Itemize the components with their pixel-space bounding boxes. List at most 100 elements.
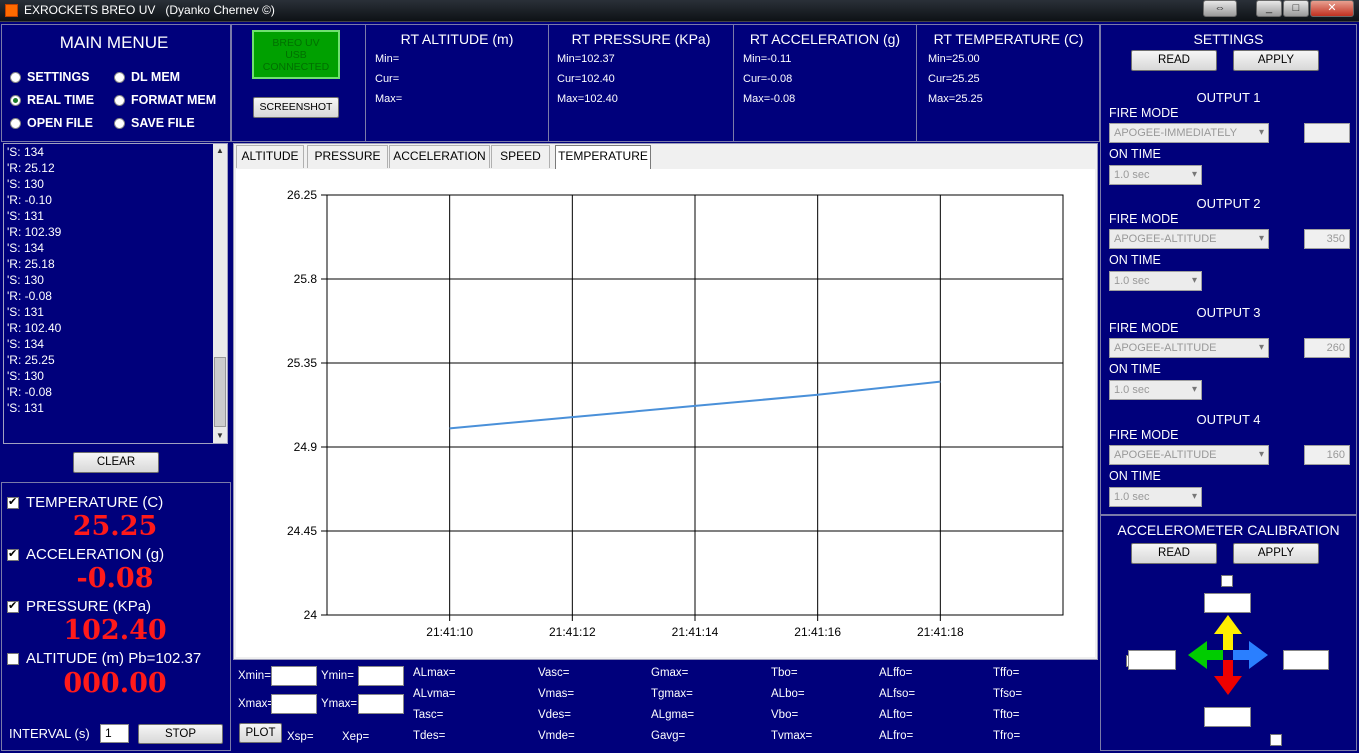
chart-area: 26.25 25.8 25.35 24.9 24.45 24 21:41:10 21:41:1… [236, 169, 1095, 657]
on-time-label: ON TIME [1109, 469, 1161, 483]
ymin-input[interactable] [358, 666, 404, 686]
radio-format-mem[interactable]: FORMAT MEM [114, 93, 216, 107]
restore-window-button[interactable]: ⇔ [1203, 0, 1237, 17]
acceleration-value: -0.08 [76, 563, 154, 594]
log-scrollbar[interactable]: ▲ ▼ [213, 144, 227, 443]
ymax-input[interactable] [358, 694, 404, 714]
radio-real-time[interactable]: REAL TIME [10, 93, 94, 107]
x-tick-label: 21:41:10 [426, 625, 473, 639]
arrow-left-icon [1188, 641, 1223, 669]
xmax-input[interactable] [271, 694, 317, 714]
tab-speed[interactable]: SPEED [491, 145, 550, 168]
stop-button[interactable]: STOP [138, 724, 223, 744]
rt-acceleration-min: Min=-0.11 [743, 53, 792, 65]
clear-button[interactable]: CLEAR [73, 452, 159, 473]
output-2-fire-mode-select[interactable]: APOGEE-ALTITUDE [1109, 229, 1269, 249]
settings-apply-button[interactable]: APPLY [1233, 50, 1319, 71]
settings-read-button[interactable]: READ [1131, 50, 1217, 71]
tab-pressure[interactable]: PRESSURE [307, 145, 388, 168]
temperature-chart: 26.25 25.8 25.35 24.9 24.45 24 21:41:10 21:41:1… [287, 188, 1064, 639]
calib-top-checkbox[interactable] [1221, 575, 1233, 587]
y-tick-label: 24.9 [294, 440, 318, 454]
radio-icon [114, 94, 125, 106]
output-1-fire-mode-select[interactable]: APOGEE-IMMEDIATELY [1109, 123, 1269, 143]
output-3-on-time-select[interactable]: 1.0 sec [1109, 380, 1202, 400]
usb-status-indicator: BREO UV USB CONNECTED [252, 30, 340, 79]
acceleration-readout: ACCELERATION (g) [7, 546, 164, 563]
calib-top-input[interactable] [1204, 593, 1251, 613]
stat-vmas: Vmas= [538, 688, 575, 700]
serial-log-list[interactable]: 'S: 134 'R: 25.12 'S: 130 'R: -0.10 'S: 131 '… [3, 143, 228, 444]
stat-tfro: Tfro= [993, 730, 1021, 742]
minimize-button[interactable]: _ [1256, 0, 1282, 17]
arrow-right-icon [1233, 641, 1268, 669]
temperature-value: 25.25 [72, 511, 158, 542]
pressure-label: PRESSURE (KPa) [26, 598, 152, 615]
stat-tfso: Tfso= [993, 688, 1023, 700]
stat-gmax: Gmax= [651, 667, 689, 679]
stat-tffo: Tffo= [993, 667, 1020, 679]
output-4-value-input[interactable]: 160 [1304, 445, 1350, 465]
xmin-label: Xmin= [238, 670, 271, 682]
tab-acceleration[interactable]: ACCELERATION [389, 145, 490, 168]
output-4-fire-mode-select[interactable]: APOGEE-ALTITUDE [1109, 445, 1269, 465]
rt-acceleration-title: RT ACCELERATION (g) [749, 31, 901, 47]
calibration-read-button[interactable]: READ [1131, 543, 1217, 564]
pressure-checkbox[interactable] [7, 599, 19, 613]
calibration-title: ACCELEROMETER CALIBRATION [1117, 522, 1340, 538]
tab-temperature[interactable]: TEMPERATURE [555, 145, 651, 169]
tab-altitude[interactable]: ALTITUDE [236, 145, 304, 168]
temperature-checkbox[interactable] [7, 495, 19, 509]
plot-button[interactable]: PLOT [239, 723, 282, 743]
calib-right-input[interactable] [1283, 650, 1329, 670]
calib-bottom-checkbox[interactable] [1270, 734, 1283, 746]
close-button[interactable]: ✕ [1310, 0, 1354, 17]
y-tick-label: 24.45 [287, 524, 317, 538]
output-1-on-time-select[interactable]: 1.0 sec [1109, 165, 1202, 185]
y-tick-label: 26.25 [287, 188, 317, 202]
log-line: 'R: -0.08 [7, 289, 52, 303]
output-2-on-time-select[interactable]: 1.0 sec [1109, 271, 1202, 291]
altitude-readout: ALTITUDE (m) Pb=102.37 [7, 650, 201, 667]
rt-temperature-cur: Cur=25.25 [928, 73, 980, 85]
output-3-value-input[interactable]: 260 [1304, 338, 1350, 358]
radio-settings[interactable]: SETTINGS [10, 70, 90, 84]
app-icon [5, 4, 18, 17]
rt-temperature-min: Min=25.00 [928, 53, 980, 65]
calib-bottom-input[interactable] [1204, 707, 1251, 727]
stat-gavg: Gavg= [651, 730, 686, 742]
maximize-button[interactable]: □ [1283, 0, 1309, 17]
calibration-apply-button[interactable]: APPLY [1233, 543, 1319, 564]
stat-vasc: Vasc= [538, 667, 570, 679]
radio-save-file[interactable]: SAVE FILE [114, 116, 195, 130]
output-2-value-input[interactable]: 350 [1304, 229, 1350, 249]
scroll-down-icon[interactable]: ▼ [213, 429, 227, 443]
stat-tasc: Tasc= [413, 709, 444, 721]
stat-alffo: ALffo= [879, 667, 913, 679]
stat-albo: ALbo= [771, 688, 805, 700]
acceleration-checkbox[interactable] [7, 547, 19, 561]
output-3-fire-mode-select[interactable]: APOGEE-ALTITUDE [1109, 338, 1269, 358]
xmin-input[interactable] [271, 666, 317, 686]
altitude-checkbox[interactable] [7, 652, 19, 665]
stat-almax: ALmax= [413, 667, 456, 679]
radio-open-file[interactable]: OPEN FILE [10, 116, 93, 130]
altitude-label: ALTITUDE (m) Pb=102.37 [26, 650, 202, 667]
screenshot-button[interactable]: SCREENSHOT [253, 97, 339, 118]
calib-left-input[interactable] [1128, 650, 1176, 670]
output-1-value-input[interactable] [1304, 123, 1350, 143]
stat-algma: ALgma= [651, 709, 695, 721]
radio-icon [114, 117, 125, 129]
log-line: 'S: 130 [7, 273, 44, 287]
output-4-on-time-select[interactable]: 1.0 sec [1109, 487, 1202, 507]
radio-dl-mem[interactable]: DL MEM [114, 70, 180, 84]
scroll-thumb[interactable] [214, 357, 226, 427]
arrow-down-icon [1214, 660, 1242, 695]
rt-pressure-title: RT PRESSURE (KPa) [571, 31, 711, 47]
scroll-up-icon[interactable]: ▲ [213, 144, 227, 158]
interval-input[interactable]: 1 [100, 724, 129, 743]
temperature-label: TEMPERATURE (C) [26, 494, 164, 511]
rt-pressure-max: Max=102.40 [557, 93, 618, 105]
y-tick-label: 25.8 [294, 272, 318, 286]
stat-tvmax: Tvmax= [771, 730, 813, 742]
